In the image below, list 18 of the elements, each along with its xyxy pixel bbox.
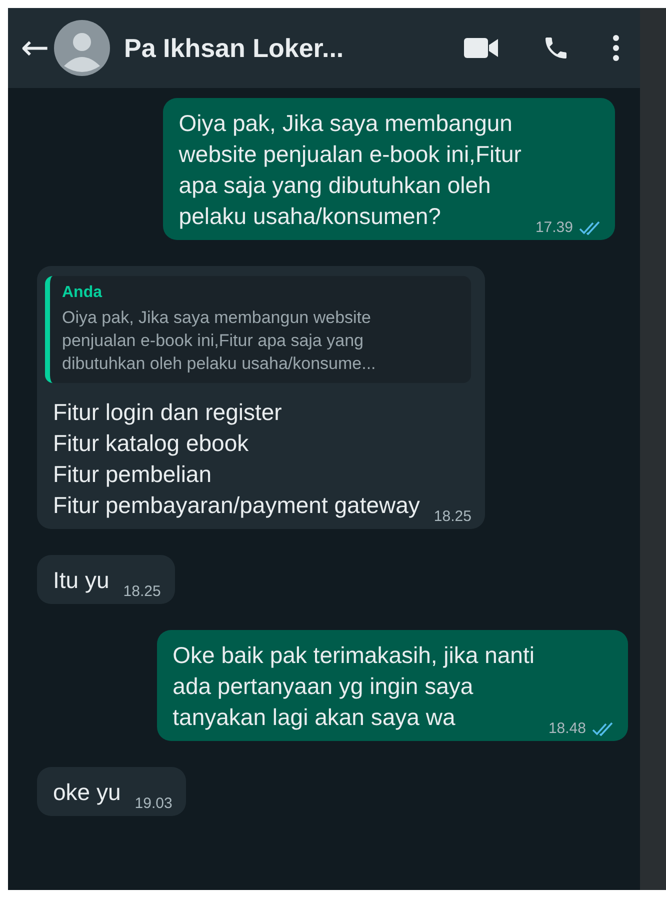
- contact-name[interactable]: Pa Ikhsan Loker...: [124, 32, 422, 64]
- message-time: 17.39: [535, 219, 573, 236]
- message-time: 18.25: [434, 508, 472, 525]
- message-text: Fitur login dan register Fitur katalog ebook Fitur pembelian Fitur pembayaran/payment gateway: [53, 398, 420, 520]
- message-text: Itu yu: [53, 566, 110, 595]
- message-text: oke yu: [53, 778, 121, 807]
- quote-text: Oiya pak, Jika saya membangun website penjualan e-book ini,Fitur apa saja yang dibutuhkan oleh pelaku usaha/konsume...: [62, 307, 377, 375]
- message-text: Oiya pak, Jika saya membangun website penjualan e-book ini,Fitur apa saja yang dibutuhkan oleh pelaku usaha/konsumen?: [178, 109, 522, 231]
- quote-author: Anda: [62, 284, 104, 302]
- menu-icon[interactable]: [612, 34, 620, 62]
- message-text: Oke baik pak terimakasih, jika nanti ada pertanyaan yg ingin saya tanyakan lagi akan saya wa: [172, 641, 534, 732]
- video-call-icon[interactable]: [464, 36, 500, 60]
- message-time: 19.03: [134, 795, 172, 812]
- avatar-icon[interactable]: [54, 20, 110, 76]
- message-time: 18.48: [548, 720, 586, 737]
- back-button[interactable]: ←: [18, 31, 52, 65]
- message-time: 18.25: [123, 583, 161, 600]
- quoted-message[interactable]: Anda Oiya pak, Jika saya membangun website penjualan e-book ini,Fitur apa saja yang dibutuhkan oleh pelaku usaha/konsume...: [45, 276, 472, 383]
